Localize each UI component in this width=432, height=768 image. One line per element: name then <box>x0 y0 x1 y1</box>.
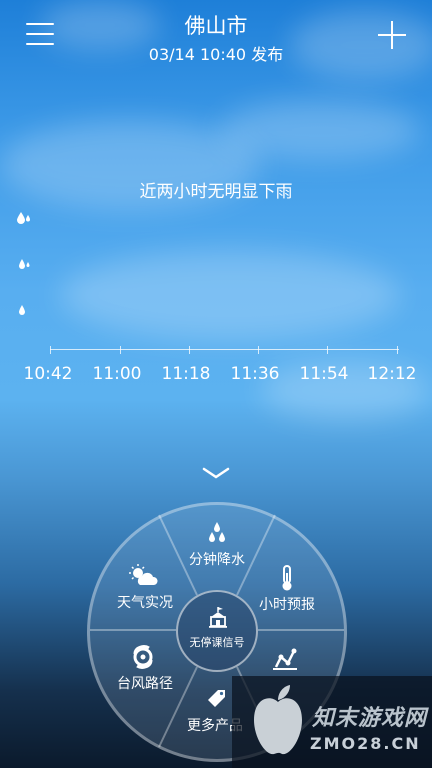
apple-logo-icon <box>254 685 302 755</box>
chevron-down-icon[interactable] <box>201 466 231 480</box>
axis-tick <box>50 346 51 354</box>
rain-forecast-message: 近两小时无明显下雨 <box>139 182 293 202</box>
axis-tick <box>189 346 190 354</box>
time-label: 11:00 <box>92 364 142 384</box>
time-label: 11:18 <box>161 364 211 384</box>
cloud <box>220 100 420 160</box>
time-label: 10:42 <box>23 364 73 384</box>
heavy-rain-icon <box>17 212 30 224</box>
hourly-forecast-label: 小时预报 <box>259 597 315 613</box>
time-label: 11:36 <box>230 364 280 384</box>
axis-tick <box>120 346 121 354</box>
time-label: 11:54 <box>299 364 349 384</box>
live-weather-label: 天气实况 <box>117 595 173 611</box>
watermark-domain: ZMO28.CN <box>310 734 421 753</box>
publish-time: 03/14 10:40 发布 <box>148 45 284 64</box>
hourly-forecast-button[interactable]: 小时预报 <box>242 565 332 614</box>
city-title[interactable]: 佛山市 <box>0 10 432 40</box>
watermark-brand: 知末游戏网 <box>312 706 428 731</box>
school-suspension-signal-button[interactable]: 无停课信号 <box>176 590 258 672</box>
plus-icon[interactable] <box>377 20 407 50</box>
school-icon <box>209 607 227 628</box>
cloud <box>60 250 400 340</box>
time-label: 12:12 <box>367 364 417 384</box>
axis-tick <box>327 346 328 354</box>
time-axis <box>50 349 399 350</box>
school-suspension-label: 无停课信号 <box>189 636 245 649</box>
light-rain-icon <box>19 305 25 315</box>
raindrops-icon <box>209 522 225 542</box>
axis-tick <box>397 346 398 354</box>
thermometer-icon <box>282 565 292 591</box>
typhoon-icon <box>133 645 153 669</box>
minute-precipitation-button[interactable]: 分钟降水 <box>172 520 262 569</box>
live-weather-button[interactable]: 天气实况 <box>100 563 190 612</box>
moderate-rain-icon <box>19 259 30 269</box>
sun-cloud-icon <box>129 564 158 585</box>
axis-tick <box>258 346 259 354</box>
